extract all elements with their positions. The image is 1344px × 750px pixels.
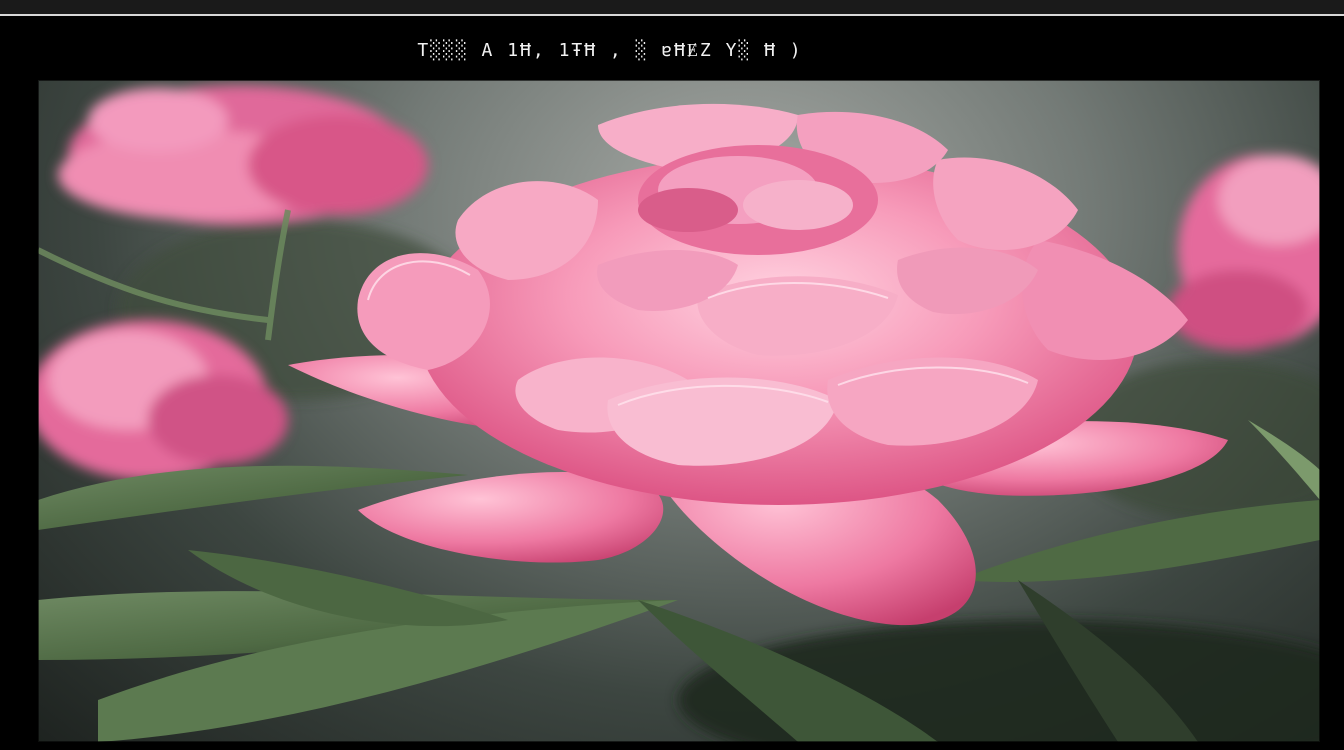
background-peony-top-left — [58, 85, 428, 225]
top-border-strip — [0, 0, 1344, 16]
image-caption-text: T░░░ A 1Ħ, 1ŦĦ , ░ ɐĦɆZ Y░ Ħ ) — [417, 40, 803, 61]
image-frame: T░░░ A 1Ħ, 1ŦĦ , ░ ɐĦɆZ Y░ Ħ ) — [0, 0, 1344, 750]
peony-illustration — [38, 80, 1320, 742]
background-peony-right — [1168, 155, 1320, 350]
peony-photo — [38, 80, 1320, 742]
